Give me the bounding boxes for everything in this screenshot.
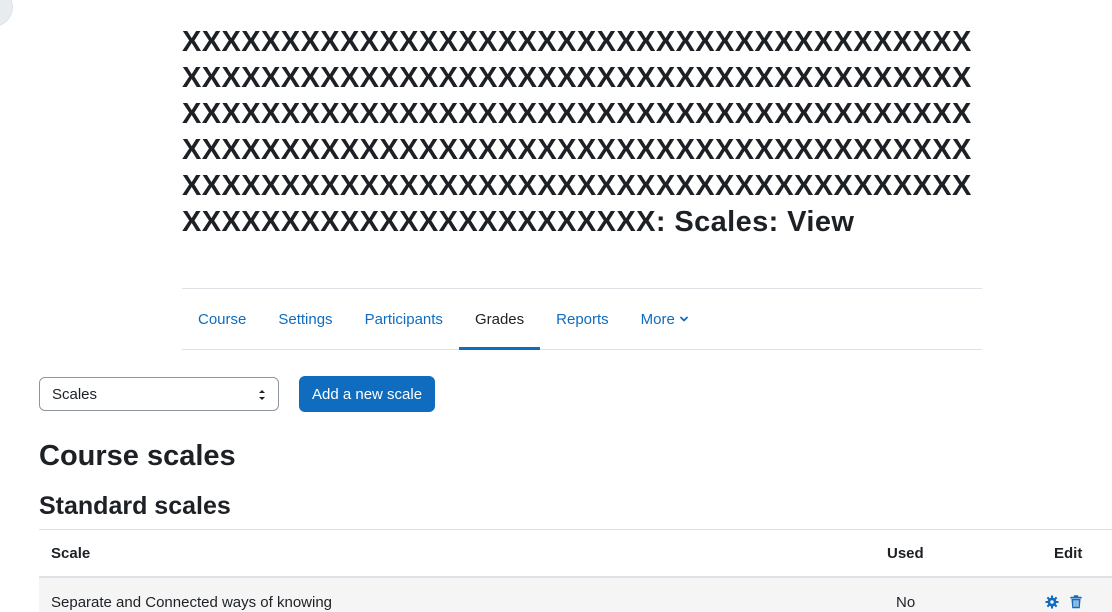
page: XXXXXXXXXXXXXXXXXXXXXXXXXXXXXXXXXXXXXXXX… bbox=[0, 0, 1112, 612]
tab-course[interactable]: Course bbox=[182, 289, 262, 349]
gear-icon[interactable] bbox=[1045, 595, 1059, 609]
tab-participants-label: Participants bbox=[364, 310, 443, 328]
secondary-navigation: Course Settings Participants Grades Repo… bbox=[182, 288, 982, 350]
scale-used: No bbox=[896, 593, 916, 611]
select-arrows-icon bbox=[259, 390, 265, 400]
column-header-edit: Edit bbox=[1054, 544, 1083, 562]
table-header: Scale Used Edit bbox=[39, 530, 1112, 578]
drawer-toggle-button[interactable] bbox=[0, 0, 12, 26]
tab-course-label: Course bbox=[198, 310, 247, 328]
scales-table: Scale Used Edit Separate and Connected w… bbox=[39, 529, 1112, 612]
grade-navigation-select[interactable]: Scales bbox=[39, 377, 279, 411]
select-value: Scales bbox=[52, 385, 98, 403]
table-row: Separate and Connected ways of knowing N… bbox=[39, 578, 1112, 612]
standard-scales-heading: Standard scales bbox=[39, 492, 231, 520]
add-new-scale-button[interactable]: Add a new scale bbox=[299, 376, 436, 412]
toolbar: Scales Add a new scale bbox=[39, 376, 436, 412]
column-header-used: Used bbox=[887, 544, 924, 562]
tab-reports-label: Reports bbox=[556, 310, 609, 328]
column-header-scale: Scale bbox=[51, 544, 91, 562]
trash-icon[interactable] bbox=[1069, 595, 1083, 609]
tab-grades-label: Grades bbox=[474, 310, 525, 328]
edit-actions bbox=[1045, 595, 1083, 609]
tab-grades[interactable]: Grades bbox=[458, 289, 541, 350]
tab-more-label: More bbox=[640, 310, 675, 328]
tab-more[interactable]: More bbox=[625, 289, 705, 349]
tab-settings[interactable]: Settings bbox=[262, 289, 348, 349]
tab-participants[interactable]: Participants bbox=[349, 289, 459, 349]
page-title: XXXXXXXXXXXXXXXXXXXXXXXXXXXXXXXXXXXXXXXX… bbox=[182, 26, 972, 238]
tab-settings-label: Settings bbox=[278, 310, 333, 328]
course-scales-heading: Course scales bbox=[39, 440, 236, 472]
chevron-down-icon bbox=[679, 316, 688, 322]
page-header: XXXXXXXXXXXXXXXXXXXXXXXXXXXXXXXXXXXXXXXX… bbox=[182, 24, 982, 240]
scale-name: Separate and Connected ways of knowing bbox=[51, 593, 333, 611]
tab-reports[interactable]: Reports bbox=[540, 289, 625, 349]
